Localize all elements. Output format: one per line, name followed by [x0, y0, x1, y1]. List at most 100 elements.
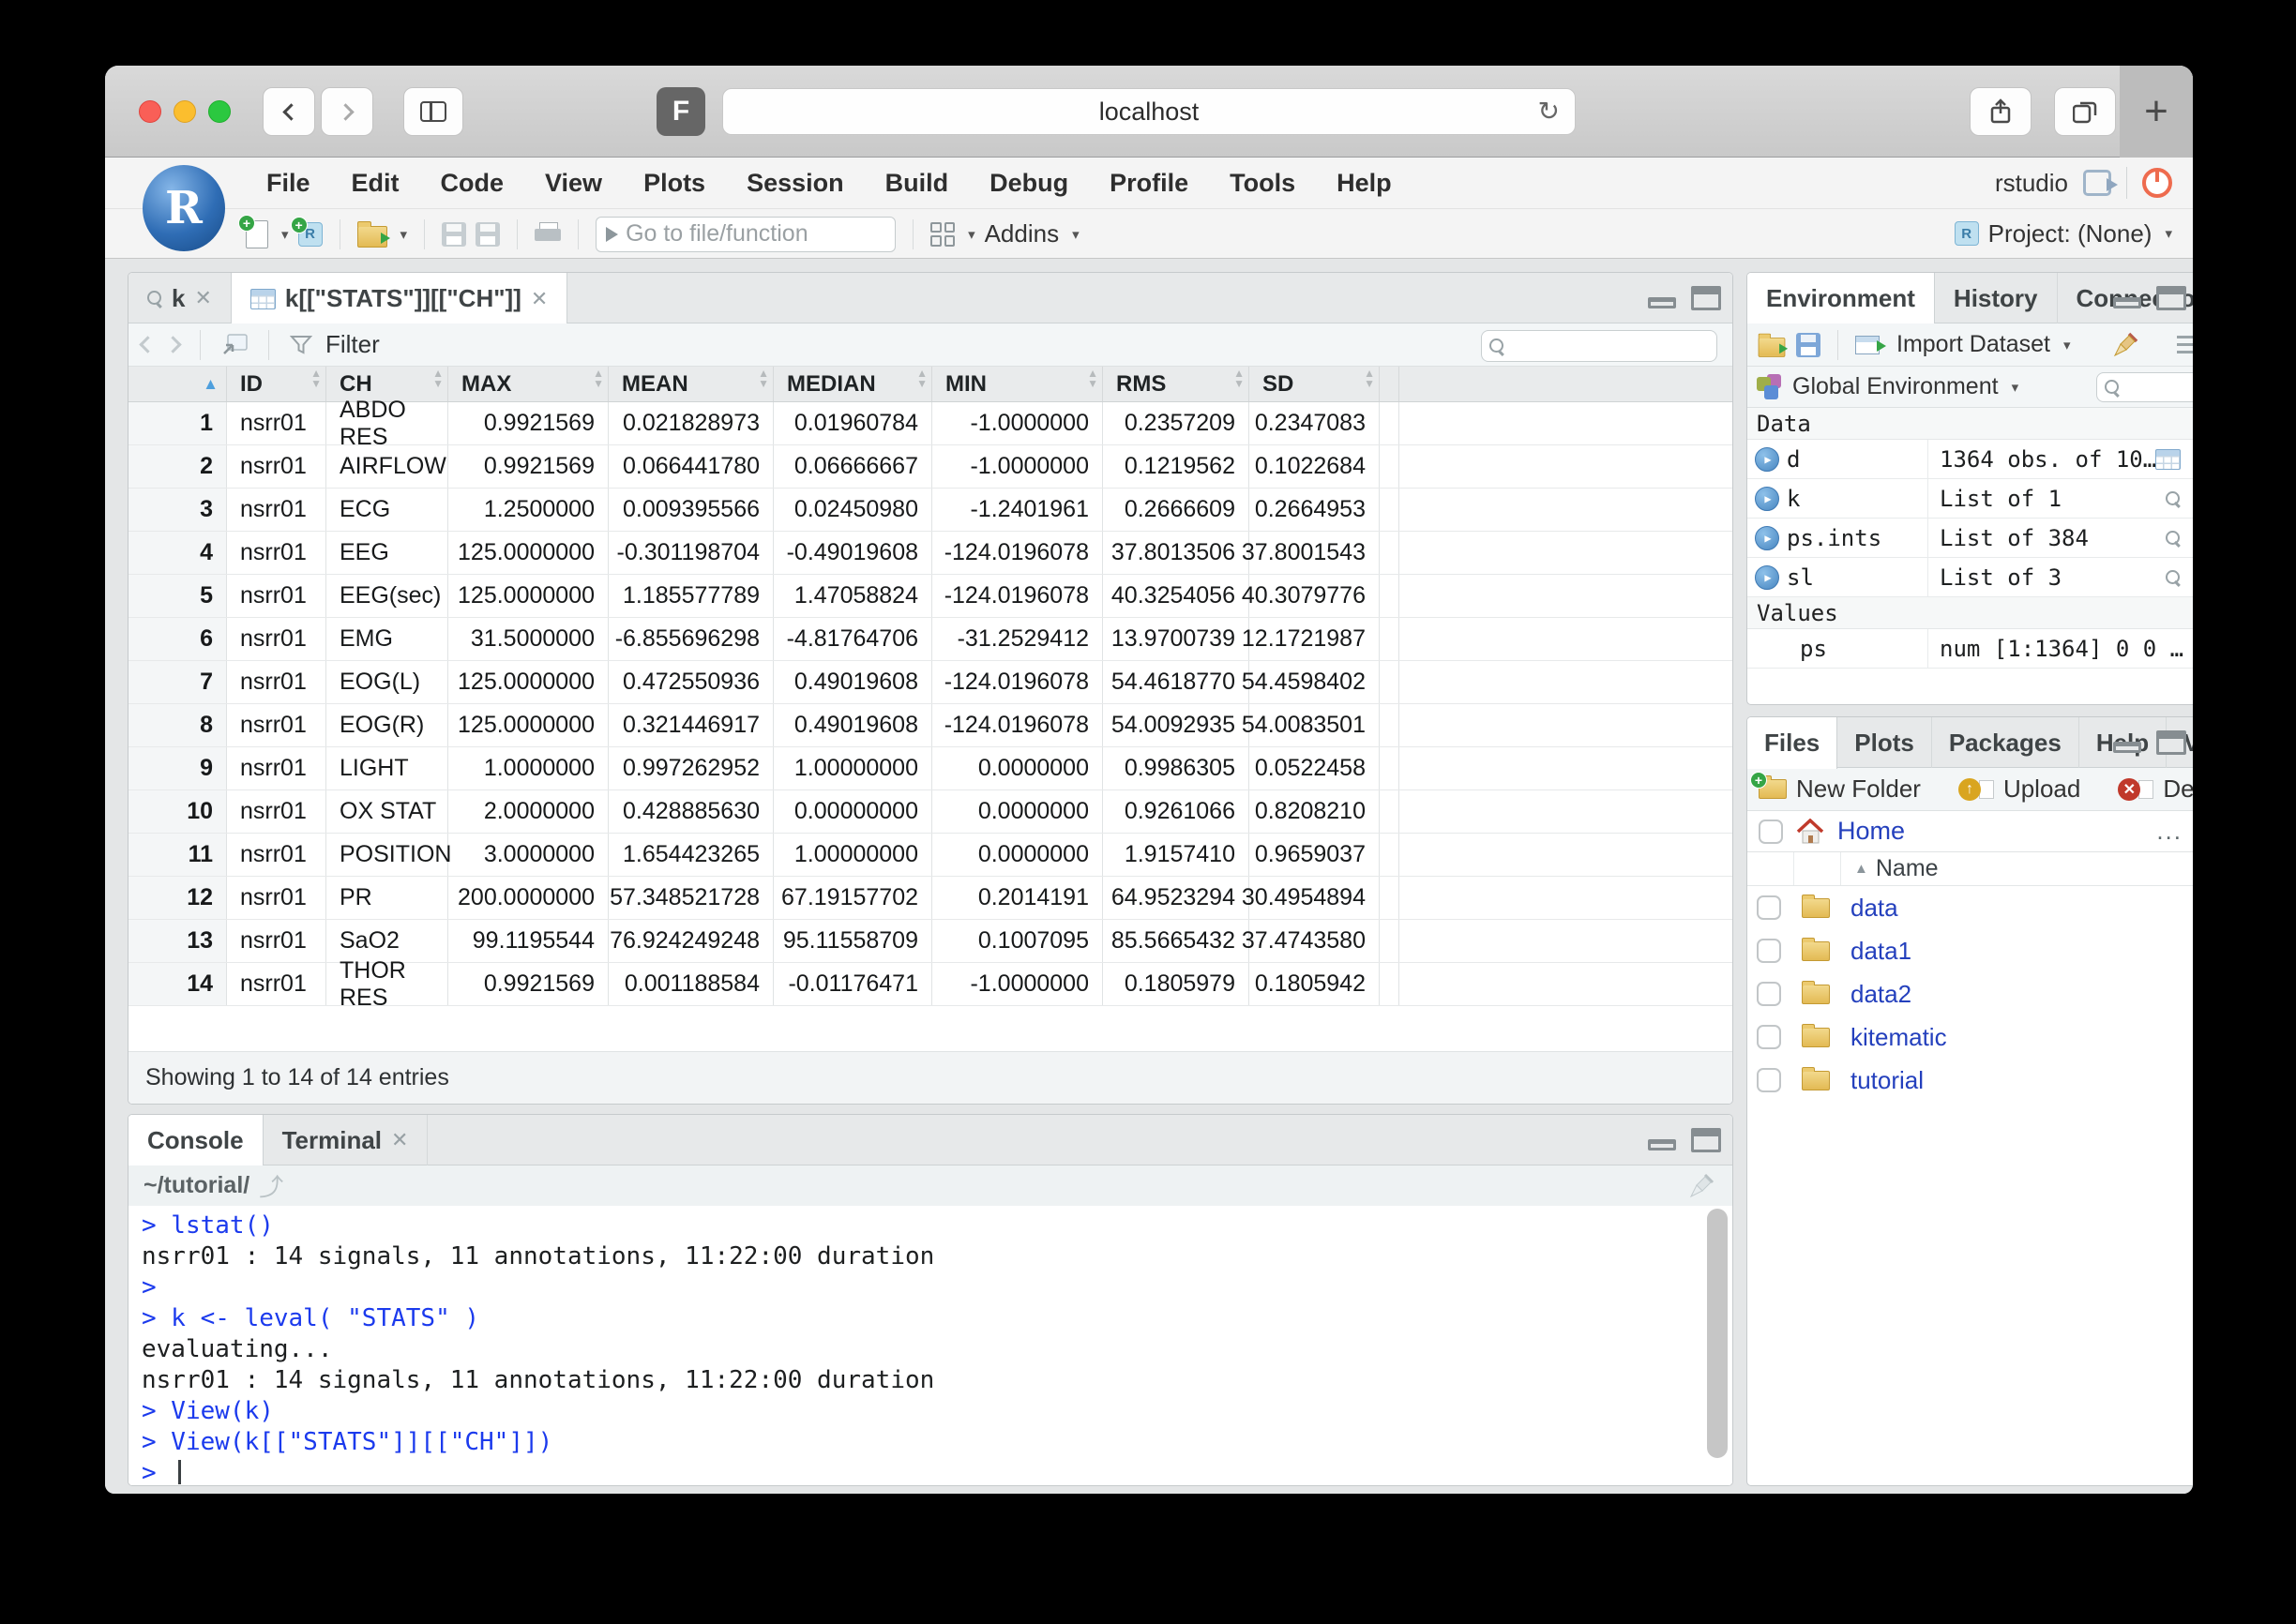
folder-checkbox[interactable]: [1757, 982, 1781, 1006]
list-view-icon[interactable]: [2177, 336, 2193, 353]
table-row[interactable]: 14nsrr01THOR RES0.99215690.001188584-0.0…: [128, 963, 1732, 1006]
goto-file-search[interactable]: [596, 217, 896, 252]
table-row[interactable]: 1nsrr01ABDO RES0.99215690.0218289730.019…: [128, 402, 1732, 445]
save-all-button[interactable]: [476, 222, 500, 247]
table-row[interactable]: 4nsrr01EEG125.0000000-0.301198704-0.4901…: [128, 532, 1732, 575]
console-output[interactable]: > lstat()nsrr01 : 14 signals, 11 annotat…: [128, 1206, 1732, 1485]
reload-icon[interactable]: ↻: [1538, 96, 1560, 127]
pane-layout-button[interactable]: [930, 222, 955, 247]
tab-k[interactable]: k ✕: [128, 273, 232, 323]
sidebar-toggle-button[interactable]: [403, 87, 463, 136]
scope-selector[interactable]: Global Environment: [1792, 373, 1999, 400]
folder-checkbox[interactable]: [1757, 895, 1781, 920]
files-new-folder-button[interactable]: +New Folder: [1759, 774, 1921, 804]
table-row[interactable]: 10nsrr01OX STAT2.00000000.4288856300.000…: [128, 790, 1732, 834]
select-all-checkbox[interactable]: [1759, 820, 1783, 844]
filter-button[interactable]: Filter: [325, 330, 380, 359]
folder-link[interactable]: data: [1850, 894, 1898, 923]
chevron-down-icon[interactable]: ▾: [400, 226, 408, 243]
column-header-ch[interactable]: CH▲▼: [326, 367, 448, 401]
environment-object-ps.ints[interactable]: ▶ps.intsList of 384: [1747, 519, 2193, 558]
table-row[interactable]: 6nsrr01EMG31.5000000-6.855696298-4.81764…: [128, 618, 1732, 661]
tab-environment[interactable]: Environment: [1746, 273, 1935, 324]
menu-build[interactable]: Build: [865, 169, 970, 198]
console-scrollbar[interactable]: [1707, 1209, 1728, 1458]
column-header-min[interactable]: MIN▲▼: [932, 367, 1103, 401]
expand-icon[interactable]: ▶: [1755, 565, 1779, 590]
print-button[interactable]: [535, 222, 561, 247]
files-upload-button[interactable]: ↑Upload: [1958, 774, 2080, 804]
inspect-icon[interactable]: [2166, 531, 2181, 546]
browser-forward-button[interactable]: [321, 87, 373, 136]
save-button[interactable]: [442, 222, 466, 247]
browser-back-button[interactable]: [263, 87, 315, 136]
share-button[interactable]: [1970, 87, 2032, 136]
project-selector[interactable]: Project: (None): [1988, 219, 2152, 248]
new-tab-button[interactable]: +: [2120, 66, 2193, 158]
tab-stats-ch[interactable]: k[["STATS"]][["CH"]] ✕: [231, 273, 567, 324]
table-row[interactable]: 3nsrr01ECG1.25000000.0093955660.02450980…: [128, 489, 1732, 532]
tab-overview-button[interactable]: [2054, 87, 2116, 136]
menu-help[interactable]: Help: [1316, 169, 1412, 198]
more-button[interactable]: ...: [2156, 817, 2183, 846]
maximize-pane-icon[interactable]: [1691, 1128, 1721, 1152]
menu-plots[interactable]: Plots: [623, 169, 726, 198]
folder-link[interactable]: tutorial: [1850, 1066, 1924, 1095]
minimize-pane-icon[interactable]: [2113, 297, 2141, 308]
menu-edit[interactable]: Edit: [331, 169, 420, 198]
save-workspace-button[interactable]: [1796, 333, 1820, 357]
load-workspace-button[interactable]: [1759, 338, 1786, 357]
menu-file[interactable]: File: [246, 169, 331, 198]
tab-files[interactable]: Files: [1746, 717, 1837, 769]
inspect-icon[interactable]: [2166, 491, 2181, 506]
environment-object-d[interactable]: ▶d1364 obs. of 10…: [1747, 440, 2193, 479]
chevron-down-icon[interactable]: ▾: [2012, 379, 2019, 396]
table-row[interactable]: 8nsrr01EOG(R)125.00000000.3214469170.490…: [128, 704, 1732, 747]
close-icon[interactable]: ✕: [531, 287, 548, 311]
menu-session[interactable]: Session: [726, 169, 865, 198]
open-in-window-icon[interactable]: [221, 334, 248, 356]
environment-search-box[interactable]: [2096, 372, 2193, 402]
tab-plots[interactable]: Plots: [1837, 717, 1932, 768]
inspect-icon[interactable]: [2166, 570, 2181, 585]
row-number-header[interactable]: ▲: [128, 367, 227, 401]
menu-tools[interactable]: Tools: [1209, 169, 1316, 198]
clear-console-icon[interactable]: [1687, 1172, 1715, 1200]
breadcrumb-home-link[interactable]: Home: [1837, 817, 1905, 846]
new-file-button[interactable]: +: [246, 220, 268, 248]
tab-terminal[interactable]: Terminal ✕: [264, 1115, 429, 1165]
table-row[interactable]: 11nsrr01POSITION3.00000001.6544232651.00…: [128, 834, 1732, 877]
maximize-pane-icon[interactable]: [1691, 286, 1721, 310]
chevron-down-icon[interactable]: ▾: [968, 226, 975, 243]
menu-profile[interactable]: Profile: [1089, 169, 1209, 198]
minimize-window-button[interactable]: [174, 100, 196, 123]
menu-code[interactable]: Code: [420, 169, 525, 198]
viewer-search-box[interactable]: [1481, 330, 1717, 362]
zoom-window-button[interactable]: [208, 100, 231, 123]
minimize-pane-icon[interactable]: [1648, 297, 1676, 308]
clear-environment-icon[interactable]: [2111, 331, 2139, 359]
chevron-down-icon[interactable]: ▾: [281, 226, 289, 243]
files-delete-button[interactable]: ✕Delete: [2118, 774, 2193, 804]
folder-checkbox[interactable]: [1757, 1025, 1781, 1049]
column-header-mean[interactable]: MEAN▲▼: [609, 367, 774, 401]
chevron-down-icon[interactable]: ▾: [2165, 225, 2172, 242]
menu-view[interactable]: View: [524, 169, 623, 198]
new-project-button[interactable]: +R: [298, 222, 323, 247]
tab-console[interactable]: Console: [128, 1115, 264, 1166]
close-window-button[interactable]: [139, 100, 161, 123]
folder-link[interactable]: data2: [1850, 980, 1911, 1009]
close-icon[interactable]: ✕: [194, 286, 211, 310]
column-header-median[interactable]: MEDIAN▲▼: [774, 367, 932, 401]
table-row[interactable]: 5nsrr01EEG(sec)125.00000001.1855777891.4…: [128, 575, 1732, 618]
chevron-down-icon[interactable]: ▾: [1072, 226, 1080, 243]
import-dataset-button[interactable]: Import Dataset: [1896, 331, 2050, 358]
filter-icon[interactable]: [290, 335, 312, 355]
nav-back-icon[interactable]: [139, 336, 156, 353]
table-row[interactable]: 9nsrr01LIGHT1.00000000.9972629521.000000…: [128, 747, 1732, 790]
column-header-max[interactable]: MAX▲▼: [448, 367, 609, 401]
expand-icon[interactable]: ▶: [1755, 487, 1779, 511]
environment-object-sl[interactable]: ▶slList of 3: [1747, 558, 2193, 597]
minimize-pane-icon[interactable]: [2113, 742, 2141, 753]
folder-checkbox[interactable]: [1757, 1068, 1781, 1092]
